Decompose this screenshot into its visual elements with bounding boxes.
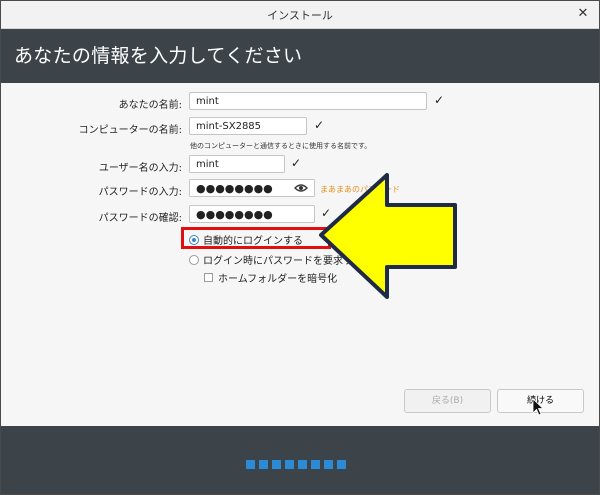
computer-name-input[interactable]: mint-SX2885 (189, 117, 307, 135)
progress-dot (324, 460, 333, 469)
progress-dot (259, 460, 268, 469)
progress-dot (246, 460, 255, 469)
username-label: ユーザー名の入力: (98, 163, 182, 174)
username-check-icon: ✓ (291, 156, 302, 170)
username-input[interactable]: mint (189, 155, 285, 173)
password-label: パスワードの入力: (98, 187, 182, 198)
encrypt-home-checkbox[interactable] (204, 273, 213, 282)
page-title: あなたの情報を入力してください (14, 45, 303, 67)
title-bar: インストール ✕ (1, 1, 599, 29)
require-password-radio[interactable] (189, 254, 199, 265)
annotation-arrow (319, 173, 457, 299)
name-input[interactable]: mint (189, 92, 427, 110)
progress-dots (246, 460, 346, 469)
confirm-password-input[interactable]: ●●●●●●●● (189, 205, 315, 223)
computer-name-hint: 他のコンピューターと通信するときに使用する名前です。 (190, 142, 372, 150)
progress-dot (311, 460, 320, 469)
progress-dot (337, 460, 346, 469)
close-icon[interactable]: ✕ (575, 6, 591, 22)
progress-dot (285, 460, 294, 469)
computer-name-label: コンピューターの名前: (78, 125, 182, 136)
computer-name-check-icon: ✓ (314, 118, 325, 132)
confirm-password-label: パスワードの確認: (98, 213, 182, 224)
password-input[interactable]: ●●●●●●●● (189, 179, 315, 197)
progress-dot (272, 460, 281, 469)
back-button[interactable]: 戻る(B) (404, 389, 491, 413)
name-check-icon: ✓ (434, 93, 445, 107)
name-label: あなたの名前: (118, 100, 182, 111)
password-value: ●●●●●●●● (196, 182, 273, 195)
window-title: インストール (267, 9, 333, 22)
highlight-box (181, 227, 331, 249)
installer-window: インストール ✕ あなたの情報を入力してください あなたの名前: mint ✓ … (0, 0, 600, 495)
show-password-icon[interactable] (294, 182, 308, 194)
mouse-cursor-icon (532, 398, 545, 416)
page-header: あなたの情報を入力してください (1, 29, 599, 83)
progress-dot (298, 460, 307, 469)
